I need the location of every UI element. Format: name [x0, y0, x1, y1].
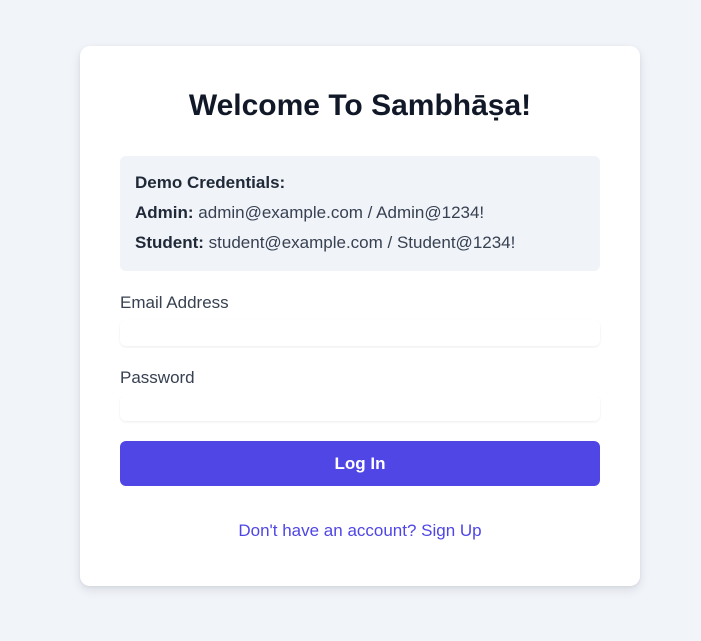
email-label: Email Address: [120, 293, 229, 312]
demo-admin-value: admin@example.com / Admin@1234!: [198, 203, 485, 222]
demo-admin-row: Admin: admin@example.com / Admin@1234!: [135, 202, 585, 232]
demo-student-value: student@example.com / Student@1234!: [208, 233, 516, 252]
login-button[interactable]: Log In: [120, 441, 600, 486]
password-label: Password: [120, 368, 195, 387]
demo-credentials-box: Demo Credentials: Admin: admin@example.c…: [120, 156, 600, 271]
signup-row: Don't have an account? Sign Up: [80, 520, 640, 542]
page-title: Welcome To Sambhāṣa!: [188, 89, 532, 122]
login-card: Welcome To Sambhāṣa! Demo Credentials: A…: [80, 46, 640, 586]
email-field[interactable]: [120, 320, 600, 346]
password-field[interactable]: [120, 395, 600, 421]
demo-student-row: Student: student@example.com / Student@1…: [135, 232, 585, 262]
signup-link[interactable]: Don't have an account? Sign Up: [238, 521, 481, 540]
demo-admin-label: Admin:: [135, 203, 194, 222]
demo-credentials-heading: Demo Credentials:: [135, 173, 286, 192]
demo-student-label: Student:: [135, 233, 204, 252]
